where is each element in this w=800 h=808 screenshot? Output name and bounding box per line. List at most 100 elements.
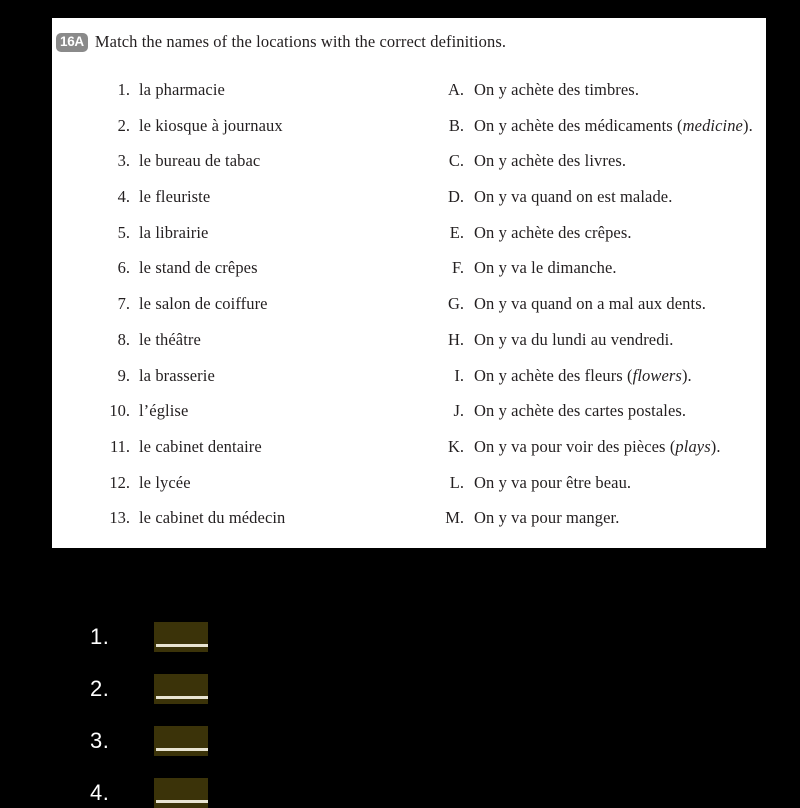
definition-item-label: On y achète des cartes postales. [474, 401, 686, 421]
location-item-label: le théâtre [139, 329, 201, 349]
location-item-label: le cabinet dentaire [139, 436, 262, 456]
location-item[interactable]: 9. la brasserie [104, 366, 404, 402]
definition-item[interactable]: B. On y achète des médicaments (medicine)… [442, 116, 762, 152]
location-item-marker: 9. [117, 365, 130, 385]
location-item-label: le bureau de tabac [139, 151, 261, 171]
location-item-marker: 5. [117, 222, 130, 242]
location-item[interactable]: 6. le stand de crêpes [104, 258, 404, 294]
answer-row-number: 4. [90, 780, 110, 805]
location-item-marker: 2. [117, 115, 130, 135]
location-item-label: la pharmacie [139, 80, 225, 99]
definition-item[interactable]: J. On y achète des cartes postales. [442, 401, 762, 437]
definition-item-marker: F. [452, 258, 464, 278]
location-item-marker: 3. [117, 151, 130, 171]
answer-sheet-area: 1. 2. 3. 4. [0, 560, 800, 808]
location-item[interactable]: 2. le kiosque à journaux [104, 116, 404, 152]
definition-item-text: On y va quand on est malade. [474, 187, 673, 207]
definition-item-label: On y va pour voir des pièces (plays). [474, 437, 721, 457]
location-item-marker: 8. [117, 329, 130, 349]
location-item-marker: 12. [109, 472, 130, 492]
definition-item-label: On y va pour être beau. [474, 473, 631, 493]
answer-row[interactable]: 2. [90, 674, 208, 704]
location-item-label: le kiosque à journaux [139, 115, 283, 135]
definition-item[interactable]: I. On y achète des fleurs (flowers). [442, 366, 762, 402]
definitions-column: A. On y achète des timbres. B. On y achète … [442, 80, 762, 544]
definition-item[interactable]: K. On y va pour voir des pièces (plays). [442, 437, 762, 473]
definition-item-label: On y achète des crêpes. [474, 223, 632, 243]
definition-item-marker: L. [449, 472, 464, 492]
location-item-marker: 6. [117, 258, 130, 278]
location-item[interactable]: 1. la pharmacie [104, 80, 404, 116]
location-item-marker: 13. [109, 508, 130, 528]
answer-row[interactable]: 4. [90, 778, 208, 808]
definition-item[interactable]: E. On y achète des crêpes. [442, 223, 762, 259]
location-item-label: l’église [139, 401, 189, 421]
answer-input-box[interactable] [154, 674, 208, 704]
exercise-instruction: Match the names of the locations with th… [94, 32, 507, 51]
definition-item[interactable]: G. On y va quand on a mal aux dents. [442, 294, 762, 330]
answer-row-number: 3. [90, 728, 110, 753]
definition-item-label: On y va quand on est malade. [474, 187, 672, 207]
definition-item-text: On y va quand on a mal aux dents. [474, 294, 706, 314]
location-item[interactable]: 3. le bureau de tabac [104, 151, 404, 187]
definition-item[interactable]: A. On y achète des timbres. [442, 80, 762, 116]
definition-item-label: On y va pour manger. [474, 508, 619, 528]
definition-item-marker: H. [447, 329, 464, 349]
answer-input-box[interactable] [154, 778, 208, 808]
answer-input-box[interactable] [154, 622, 208, 652]
location-item[interactable]: 5. la librairie [104, 223, 404, 259]
definition-item-marker: G. [447, 294, 464, 314]
location-item[interactable]: 7. le salon de coiffure [104, 294, 404, 330]
location-item-label: le salon de coiffure [139, 294, 268, 314]
answer-row-number: 1. [90, 624, 110, 649]
definition-item-text: On y achète des livres. [474, 151, 627, 171]
location-item-marker: 4. [117, 187, 130, 207]
location-item[interactable]: 12. le lycée [104, 473, 404, 509]
definition-item-text: On y va le dimanche. [474, 258, 617, 278]
definition-item-marker: C. [448, 151, 464, 171]
location-item-marker: 7. [117, 294, 130, 314]
definition-item-text: On y achète des médicaments [474, 115, 678, 135]
location-item[interactable]: 13. le cabinet du médecin [104, 508, 404, 544]
definition-item-marker: J. [453, 401, 464, 421]
definition-item[interactable]: F. On y va le dimanche. [442, 258, 762, 294]
definition-item[interactable]: D. On y va quand on est malade. [442, 187, 762, 223]
definition-item-text: On y achète des fleurs [474, 365, 628, 385]
definition-item-label: On y va le dimanche. [474, 258, 617, 278]
definition-item-marker: E. [449, 222, 464, 242]
definition-gloss: plays [675, 436, 711, 456]
location-item-label: la brasserie [139, 365, 215, 385]
locations-column: 1. la pharmacie 2. le kiosque à journaux 3. l… [104, 80, 404, 544]
location-item-label: le stand de crêpes [139, 258, 258, 278]
definition-item[interactable]: M. On y va pour manger. [442, 508, 762, 544]
location-item[interactable]: 11. le cabinet dentaire [104, 437, 404, 473]
location-item-marker: 11. [109, 436, 130, 456]
location-item-label: la librairie [139, 222, 209, 242]
definition-item-text: On y va pour voir des pièces [474, 436, 670, 456]
definition-item-label: On y achète des médicaments (medicine). [474, 116, 753, 136]
answer-row[interactable]: 1. [90, 622, 208, 652]
answer-row-number: 2. [90, 676, 110, 701]
gloss-close-paren: ). [742, 115, 753, 135]
location-item[interactable]: 4. le fleuriste [104, 187, 404, 223]
location-item[interactable]: 10. l’église [104, 401, 404, 437]
definition-item-text: On y va pour manger. [474, 508, 620, 528]
location-item-marker: 1. [117, 80, 130, 99]
location-item-label: le cabinet du médecin [139, 508, 286, 528]
definition-item-text: On y achète des timbres. [474, 80, 640, 99]
definition-item[interactable]: H. On y va du lundi au vendredi. [442, 330, 762, 366]
exercise-number-badge: 16A [56, 32, 88, 52]
exercise-header: 16A Match the names of the locations wit… [56, 32, 506, 52]
definition-gloss: medicine [682, 115, 743, 135]
definition-item[interactable]: C. On y achète des livres. [442, 151, 762, 187]
definition-item-marker: M. [445, 508, 464, 528]
gloss-close-paren: ). [681, 365, 692, 385]
definition-item[interactable]: L. On y va pour être beau. [442, 473, 762, 509]
definition-item-text: On y achète des crêpes. [474, 222, 632, 242]
answer-input-box[interactable] [154, 726, 208, 756]
location-item[interactable]: 8. le théâtre [104, 330, 404, 366]
location-item-label: le fleuriste [139, 187, 211, 207]
answer-row[interactable]: 3. [90, 726, 208, 756]
definition-gloss: flowers [632, 365, 682, 385]
definition-item-marker: D. [447, 187, 464, 207]
